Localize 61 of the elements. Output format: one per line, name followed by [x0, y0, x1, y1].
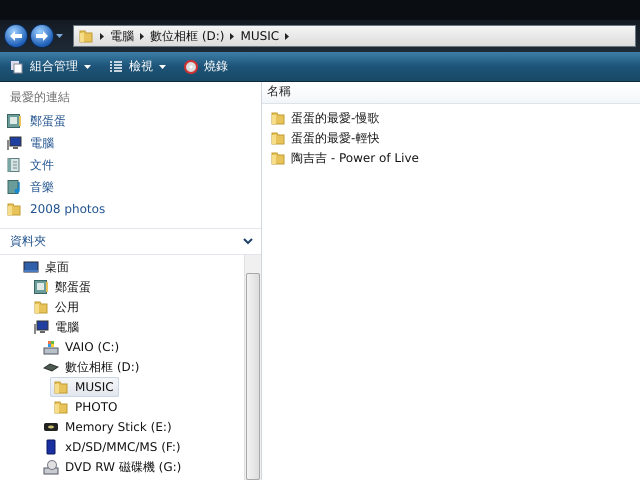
chevron-right-icon — [100, 32, 104, 40]
back-button[interactable] — [4, 24, 28, 48]
drive-icon — [43, 339, 59, 355]
chevron-right-icon — [285, 32, 290, 40]
folder-tree-item[interactable]: DVD RW 磁碟機 (G:) — [40, 457, 186, 477]
section-heading: 最愛的連結 — [9, 89, 71, 106]
computer-icon — [6, 135, 22, 151]
folder-icon — [33, 299, 49, 315]
folder-tree-item[interactable]: 桌面 — [20, 257, 74, 277]
folder-icon — [53, 379, 69, 395]
folder-icon — [270, 110, 286, 126]
breadcrumb-segment[interactable]: MUSIC — [240, 29, 290, 43]
address-bar[interactable]: 電腦 數位相框 (D:) MUSIC — [73, 25, 636, 47]
favorite-link[interactable]: 2008 photos — [0, 198, 261, 220]
breadcrumb-segment[interactable]: 數位相框 (D:) — [150, 28, 234, 44]
folder-tree-item[interactable]: VAIO (C:) — [40, 337, 124, 357]
folder-tree-item[interactable]: PHOTO — [50, 397, 122, 417]
file-item[interactable]: 蛋蛋的最愛-輕快 — [262, 128, 640, 148]
computer-icon — [33, 319, 49, 335]
folder-tree-item[interactable]: 數位相框 (D:) — [40, 357, 144, 377]
disc-icon — [184, 60, 198, 74]
toolbar-button[interactable]: 檢視 — [105, 56, 170, 77]
folder-tree-item[interactable]: 公用 — [30, 297, 84, 317]
folder-icon — [270, 130, 286, 146]
back-arrow-icon — [9, 30, 23, 42]
chevron-right-icon — [140, 32, 144, 40]
contact-card-icon — [6, 113, 22, 129]
toolbar-button[interactable]: 組合管理 — [6, 56, 95, 77]
breadcrumb-segment[interactable]: 電腦 — [110, 28, 144, 44]
favorite-link[interactable]: 文件 — [0, 154, 261, 176]
folder-tree-item[interactable]: 電腦 — [30, 317, 84, 337]
file-item[interactable]: 陶吉吉 - Power of Live — [262, 148, 640, 168]
favorite-link[interactable]: 音樂 — [0, 176, 261, 198]
dvd-drive-icon — [43, 459, 59, 475]
favorite-link[interactable]: 電腦 — [0, 132, 261, 154]
document-icon — [6, 157, 22, 173]
folder-tree-item[interactable]: 鄭蛋蛋 — [30, 277, 96, 297]
contact-card-icon — [33, 279, 49, 295]
desktop-icon — [23, 259, 39, 275]
chevron-right-icon — [230, 32, 234, 40]
list-view-icon — [109, 60, 123, 74]
folder-icon — [270, 150, 286, 166]
forward-arrow-icon — [35, 30, 49, 42]
chevron-icon — [243, 238, 253, 245]
favorite-link[interactable]: 鄭蛋蛋 — [0, 110, 261, 132]
folder-tree-item[interactable]: MUSIC — [50, 377, 119, 397]
file-item[interactable]: 蛋蛋的最愛-慢歌 — [262, 108, 640, 128]
folder-icon — [78, 28, 94, 44]
folder-tree-item[interactable]: xD/SD/MMC/MS (F:) — [40, 437, 186, 457]
column-header[interactable]: 名稱 — [262, 82, 640, 104]
caret-icon — [56, 34, 63, 38]
forward-button[interactable] — [30, 24, 54, 48]
pages-icon — [10, 60, 24, 74]
caret-icon — [159, 64, 166, 68]
scrollbar[interactable] — [244, 255, 261, 480]
folder-icon — [6, 201, 22, 217]
toolbar-button[interactable]: 燒錄 — [180, 56, 232, 77]
folder-icon — [53, 399, 69, 415]
caret-icon — [84, 64, 91, 68]
music-icon — [6, 179, 22, 195]
folder-tree-item[interactable]: Memory Stick (E:) — [40, 417, 177, 437]
